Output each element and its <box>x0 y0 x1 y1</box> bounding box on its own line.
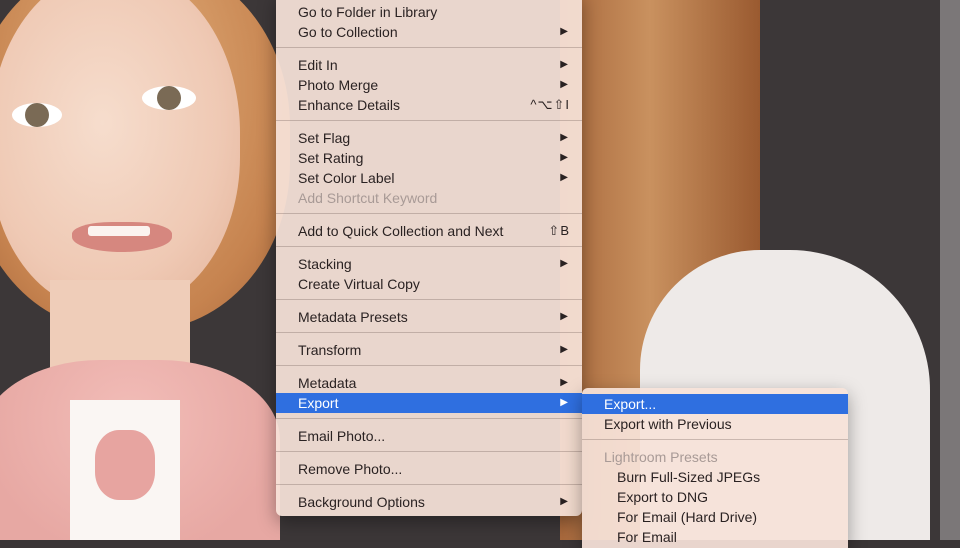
menu-separator <box>276 484 582 485</box>
submenu-arrow-icon: ▶ <box>560 496 568 507</box>
menu-separator <box>276 213 582 214</box>
menu-item-remove-photo[interactable]: Remove Photo... <box>276 459 582 479</box>
menu-item-metadata-presets[interactable]: Metadata Presets ▶ <box>276 307 582 327</box>
menu-item-transform[interactable]: Transform ▶ <box>276 340 582 360</box>
menu-item-add-to-quick-collection[interactable]: Add to Quick Collection and Next ⇧B <box>276 221 582 241</box>
menu-item-enhance-details[interactable]: Enhance Details ^⌥⇧I <box>276 95 582 115</box>
menu-item-label: Edit In <box>298 57 338 73</box>
menu-item-metadata[interactable]: Metadata ▶ <box>276 373 582 393</box>
menu-separator <box>582 439 848 440</box>
menu-item-set-color-label[interactable]: Set Color Label ▶ <box>276 168 582 188</box>
bow-left <box>95 430 155 500</box>
export-submenu: Export... Export with Previous Lightroom… <box>582 388 848 548</box>
submenu-arrow-icon: ▶ <box>560 152 568 163</box>
menu-item-label: Set Color Label <box>298 170 395 186</box>
submenu-arrow-icon: ▶ <box>560 311 568 322</box>
submenu-arrow-icon: ▶ <box>560 79 568 90</box>
submenu-item-burn-full-sized-jpegs[interactable]: Burn Full-Sized JPEGs <box>582 467 848 487</box>
submenu-arrow-icon: ▶ <box>560 344 568 355</box>
menu-item-label: Remove Photo... <box>298 461 403 477</box>
submenu-item-export-to-dng[interactable]: Export to DNG <box>582 487 848 507</box>
menu-item-label: Metadata Presets <box>298 309 408 325</box>
submenu-item-export-with-previous[interactable]: Export with Previous <box>582 414 848 434</box>
menu-item-label: Go to Folder in Library <box>298 4 438 20</box>
menu-item-background-options[interactable]: Background Options ▶ <box>276 492 582 512</box>
menu-item-label: Set Flag <box>298 130 351 146</box>
submenu-arrow-icon: ▶ <box>560 172 568 183</box>
submenu-arrow-icon: ▶ <box>560 258 568 269</box>
menu-separator <box>276 299 582 300</box>
submenu-arrow-icon: ▶ <box>560 397 568 408</box>
keyboard-shortcut: ^⌥⇧I <box>530 97 570 112</box>
submenu-item-for-email[interactable]: For Email <box>582 527 848 547</box>
context-menu: Go to Folder in Library Go to Collection… <box>276 0 582 516</box>
menu-item-label: Transform <box>298 342 362 358</box>
menu-separator <box>276 418 582 419</box>
menu-item-edit-in[interactable]: Edit In ▶ <box>276 55 582 75</box>
menu-item-go-to-collection[interactable]: Go to Collection ▶ <box>276 22 582 42</box>
menu-item-stacking[interactable]: Stacking ▶ <box>276 254 582 274</box>
submenu-item-label: Export... <box>604 396 657 412</box>
submenu-item-export[interactable]: Export... <box>582 394 848 414</box>
window-edge <box>940 0 960 540</box>
menu-item-export[interactable]: Export ▶ <box>276 393 582 413</box>
menu-separator <box>276 332 582 333</box>
submenu-item-label: For Email (Hard Drive) <box>617 509 758 525</box>
submenu-section-lightroom-presets: Lightroom Presets <box>582 447 848 467</box>
menu-item-label: Go to Collection <box>298 24 398 40</box>
submenu-item-label: Export to DNG <box>617 489 709 505</box>
menu-item-create-virtual-copy[interactable]: Create Virtual Copy <box>276 274 582 294</box>
menu-item-label: Metadata <box>298 375 357 391</box>
menu-item-set-rating[interactable]: Set Rating ▶ <box>276 148 582 168</box>
menu-item-go-to-folder[interactable]: Go to Folder in Library <box>276 2 582 22</box>
menu-separator <box>276 47 582 48</box>
menu-item-label: Enhance Details <box>298 97 400 113</box>
submenu-arrow-icon: ▶ <box>560 26 568 37</box>
menu-item-label: Create Virtual Copy <box>298 276 420 292</box>
submenu-arrow-icon: ▶ <box>560 132 568 143</box>
menu-item-label: Export <box>298 395 339 411</box>
submenu-item-label: Export with Previous <box>604 416 732 432</box>
menu-separator <box>276 365 582 366</box>
iris-left <box>25 103 49 127</box>
teeth <box>88 226 150 236</box>
menu-item-add-shortcut-keyword: Add Shortcut Keyword <box>276 188 582 208</box>
submenu-item-label: Burn Full-Sized JPEGs <box>617 469 761 485</box>
menu-item-label: Email Photo... <box>298 428 386 444</box>
menu-item-label: Photo Merge <box>298 77 379 93</box>
submenu-item-for-email-hard-drive[interactable]: For Email (Hard Drive) <box>582 507 848 527</box>
submenu-section-label: Lightroom Presets <box>604 449 718 465</box>
menu-item-label: Stacking <box>298 256 352 272</box>
menu-item-email-photo[interactable]: Email Photo... <box>276 426 582 446</box>
menu-separator <box>276 120 582 121</box>
menu-separator <box>276 246 582 247</box>
menu-item-label: Add Shortcut Keyword <box>298 190 438 206</box>
menu-item-label: Background Options <box>298 494 425 510</box>
menu-item-photo-merge[interactable]: Photo Merge ▶ <box>276 75 582 95</box>
menu-separator <box>276 451 582 452</box>
menu-item-set-flag[interactable]: Set Flag ▶ <box>276 128 582 148</box>
submenu-arrow-icon: ▶ <box>560 377 568 388</box>
face-left <box>0 0 240 310</box>
menu-item-label: Add to Quick Collection and Next <box>298 223 504 239</box>
submenu-item-label: For Email <box>617 529 677 545</box>
keyboard-shortcut: ⇧B <box>548 223 570 238</box>
iris-right <box>157 86 181 110</box>
submenu-arrow-icon: ▶ <box>560 59 568 70</box>
menu-item-label: Set Rating <box>298 150 364 166</box>
